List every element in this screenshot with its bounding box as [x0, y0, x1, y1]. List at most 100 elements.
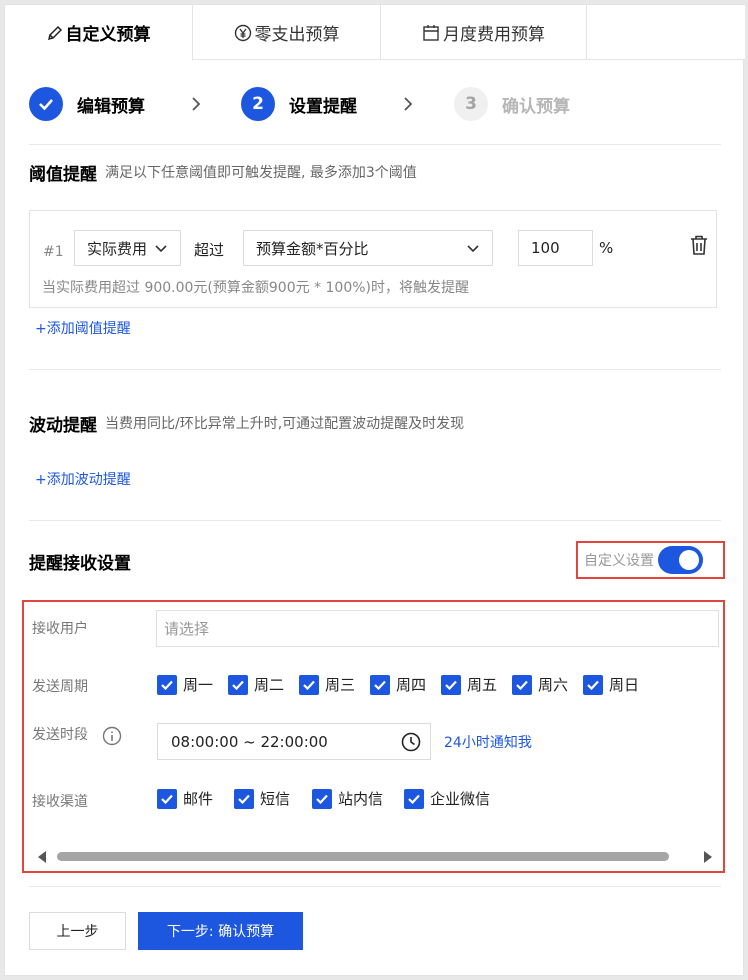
users-placeholder: 请选择 — [164, 620, 210, 638]
next-button[interactable]: 下一步: 确认预算 — [138, 912, 303, 950]
step-number: 2 — [241, 87, 275, 121]
checkbox-checked-icon — [157, 674, 177, 695]
channel-name: 企业微信 — [430, 790, 491, 808]
users-label: 接收用户 — [32, 621, 88, 637]
channel-label: 接收渠道 — [32, 794, 88, 810]
checkbox-checked-icon — [404, 788, 424, 809]
channel-checkbox[interactable]: 短信 — [234, 788, 290, 809]
day-checkbox[interactable]: 周四 — [370, 674, 426, 695]
receive-title: 提醒接收设置 — [29, 554, 131, 574]
horizontal-scrollbar[interactable] — [36, 847, 714, 865]
channel-checkbox[interactable]: 企业微信 — [404, 788, 490, 809]
add-threshold-link[interactable]: +添加阈值提醒 — [35, 318, 131, 338]
chevron-right-icon — [404, 97, 413, 111]
threshold-rule: #1 实际费用 超过 预算金额*百分比 100 % 当实际费用超过 900.00… — [29, 210, 717, 308]
percent-input[interactable]: 100 — [518, 230, 593, 266]
time-range-picker[interactable]: 08:00:00 ~ 22:00:00 — [157, 723, 431, 760]
checkbox-checked-icon — [370, 674, 390, 695]
step-label: 编辑预算 — [77, 96, 145, 117]
trash-icon[interactable] — [690, 235, 708, 255]
metric-select[interactable]: 实际费用 — [74, 230, 181, 266]
checkbox-checked-icon — [299, 674, 319, 695]
channel-checkbox[interactable]: 邮件 — [157, 788, 213, 809]
checkbox-checked-icon — [228, 674, 248, 695]
custom-setting-switch[interactable] — [658, 546, 703, 574]
step-number: 3 — [454, 87, 488, 121]
tab-label: 自定义预算 — [65, 25, 151, 45]
chevron-down-icon — [467, 245, 479, 253]
day-checkbox[interactable]: 周一 — [157, 674, 213, 695]
chevron-down-icon — [155, 245, 167, 253]
scroll-left-arrow-icon[interactable] — [38, 851, 46, 863]
step-confirm-budget: 3 确认预算 — [454, 87, 570, 121]
threshold-title: 阈值提醒 — [29, 165, 97, 185]
checkbox-checked-icon — [512, 674, 532, 695]
day-label: 周二 — [254, 676, 285, 694]
divider — [29, 369, 721, 370]
custom-setting-toggle-group: 自定义设置 — [576, 541, 725, 579]
divider — [29, 144, 721, 145]
checkbox-checked-icon — [157, 788, 177, 809]
day-label: 周六 — [538, 676, 569, 694]
tab-monthly-budget[interactable]: 月度费用预算 — [381, 5, 587, 60]
tab-custom-budget[interactable]: 自定义预算 — [5, 5, 193, 61]
day-label: 周四 — [396, 676, 427, 694]
channel-checkbox[interactable]: 站内信 — [312, 788, 383, 809]
threshold-desc: 满足以下任意阈值即可触发提醒, 最多添加3个阈值 — [105, 165, 417, 181]
checkbox-checked-icon — [234, 788, 254, 809]
check-icon — [29, 87, 63, 121]
percent-unit: % — [599, 239, 614, 257]
operator-label: 超过 — [194, 241, 225, 259]
tab-label: 零支出预算 — [254, 25, 340, 45]
time-label: 发送时段 — [32, 727, 88, 743]
checkbox-checked-icon — [583, 674, 603, 695]
base-value: 预算金额*百分比 — [256, 239, 369, 258]
day-checkbox[interactable]: 周日 — [583, 674, 639, 695]
day-label: 周日 — [609, 676, 640, 694]
rule-index: #1 — [43, 244, 64, 260]
period-label: 发送周期 — [32, 679, 88, 695]
step-set-reminder: 2 设置提醒 — [241, 87, 357, 121]
tab-zero-spend-budget[interactable]: 零支出预算 — [193, 5, 381, 60]
channel-name: 短信 — [260, 790, 291, 808]
base-select[interactable]: 预算金额*百分比 — [243, 230, 493, 266]
receive-settings-box: 接收用户 请选择 发送周期 周一 周二 周三 周四 周五 周六 周日 发送时段 … — [22, 600, 725, 873]
day-checkbox[interactable]: 周五 — [441, 674, 497, 695]
day-label: 周五 — [467, 676, 498, 694]
divider — [29, 886, 721, 887]
switch-knob — [679, 550, 699, 570]
clock-icon — [401, 732, 421, 752]
day-label: 周一 — [183, 676, 214, 694]
tab-bar: 自定义预算 零支出预算 月度费用预算 — [5, 5, 745, 61]
pencil-icon — [47, 25, 63, 41]
scrollbar-thumb[interactable] — [57, 852, 669, 861]
notify-24h-link[interactable]: 24小时通知我 — [444, 732, 532, 752]
prev-button[interactable]: 上一步 — [29, 912, 126, 950]
step-label: 确认预算 — [502, 96, 570, 117]
step-edit-budget: 编辑预算 — [29, 87, 145, 121]
tab-label: 月度费用预算 — [443, 25, 545, 45]
fluctuation-title: 波动提醒 — [29, 416, 97, 436]
info-icon[interactable] — [102, 726, 122, 746]
yen-circle-icon — [234, 24, 252, 42]
day-label: 周三 — [325, 676, 356, 694]
calendar-icon — [422, 24, 440, 42]
users-select[interactable]: 请选择 — [156, 610, 719, 647]
add-fluctuation-link[interactable]: +添加波动提醒 — [35, 469, 131, 489]
threshold-hint: 当实际费用超过 900.00元(预算金额900元 * 100%)时，将触发提醒 — [42, 280, 470, 296]
checkbox-checked-icon — [441, 674, 461, 695]
day-checkbox[interactable]: 周二 — [228, 674, 284, 695]
day-checkbox[interactable]: 周三 — [299, 674, 355, 695]
fluctuation-desc: 当费用同比/环比异常上升时,可通过配置波动提醒及时发现 — [105, 416, 465, 432]
chevron-right-icon — [192, 97, 201, 111]
budget-panel: 自定义预算 零支出预算 月度费用预算 编辑预算 2 设置提醒 3 确认预算 阈值… — [4, 4, 745, 976]
channel-name: 站内信 — [338, 790, 384, 808]
toggle-label: 自定义设置 — [584, 553, 654, 569]
checkbox-checked-icon — [312, 788, 332, 809]
day-checkbox[interactable]: 周六 — [512, 674, 568, 695]
step-label: 设置提醒 — [289, 96, 357, 117]
scroll-right-arrow-icon[interactable] — [704, 851, 712, 863]
metric-value: 实际费用 — [87, 239, 148, 258]
channel-name: 邮件 — [183, 790, 214, 808]
percent-value: 100 — [531, 239, 560, 257]
